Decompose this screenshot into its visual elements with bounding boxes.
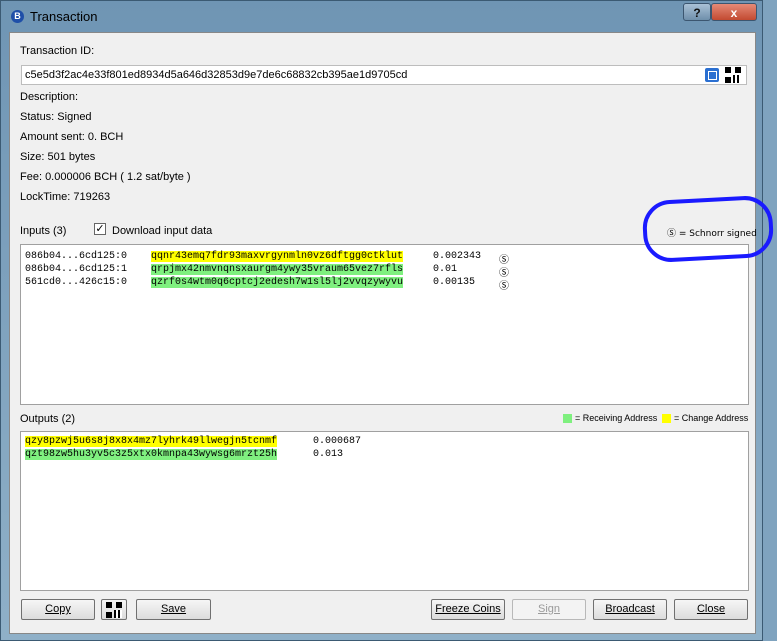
inputs-list[interactable]: 086b04...6cd125:0 qqnr43emq7fdr93maxvrgy… — [20, 244, 749, 405]
download-input-checkbox[interactable]: ✓ — [94, 223, 106, 235]
save-button[interactable]: Save — [136, 599, 211, 620]
sign-button-label: Sign — [537, 603, 561, 615]
change-legend-swatch — [662, 414, 671, 423]
schnorr-legend: Ⓢ = Schnorr signed — [667, 229, 757, 239]
window-close-button[interactable]: x — [711, 3, 757, 21]
outputs-label: Outputs (2) — [20, 413, 76, 425]
fee-label: Fee: 0.000006 BCH ( 1.2 sat/byte ) — [20, 171, 191, 183]
input-prevout: 086b04...6cd125:0 — [25, 251, 128, 262]
input-prevout: 086b04...6cd125:1 — [25, 264, 128, 275]
broadcast-button[interactable]: Broadcast — [593, 599, 667, 620]
input-address: qrpjmx42nmvnqnsxaurgm4ywy35vraum65vez7rf… — [151, 264, 404, 275]
receiving-legend-swatch — [563, 414, 572, 423]
window-title: Transaction — [30, 9, 98, 24]
freeze-coins-button[interactable]: Freeze Coins — [431, 599, 505, 620]
copy-button[interactable]: Copy — [21, 599, 95, 620]
copy-button-label: Copy — [45, 603, 71, 615]
input-address: qqnr43emq7fdr93maxvrgynmln0vz6dftgg0ctkl… — [151, 251, 404, 262]
input-row[interactable]: 086b04...6cd125:0 qqnr43emq7fdr93maxvrgy… — [25, 251, 745, 266]
output-amount: 0.013 — [313, 449, 344, 460]
locktime-label: LockTime: 719263 — [20, 191, 111, 203]
txid-field[interactable]: c5e5d3f2ac4e33f801ed8934d5a646d32853d9e7… — [21, 65, 747, 85]
change-legend-label: = Change Address — [674, 413, 749, 423]
receiving-legend-label: = Receiving Address — [575, 413, 658, 423]
input-row[interactable]: 086b04...6cd125:1 qrpjmx42nmvnqnsxaurgm4… — [25, 264, 745, 279]
input-row[interactable]: 561cd0...426c15:0 qzrf0s4wtm0q6cptcj2ede… — [25, 277, 745, 292]
size-label: Size: 501 bytes — [20, 151, 96, 163]
amount-label: Amount sent: 0. BCH — [20, 131, 124, 143]
dialog-body: Transaction ID: c5e5d3f2ac4e33f801ed8934… — [9, 32, 757, 634]
qr-code-icon — [106, 602, 122, 618]
outputs-list[interactable]: qzy8pzwj5u6s8j8x8x4mz7lyhrk49llwegjn5tcn… — [20, 431, 749, 591]
download-input-label[interactable]: Download input data — [112, 225, 212, 237]
output-address: qzt98zw5hu3yv5c3z5xtx0kmnpa43wywsg6mrzt2… — [25, 449, 278, 460]
input-address: qzrf0s4wtm0q6cptcj2edesh7w1sl5lj2vvqzywy… — [151, 277, 404, 288]
output-row[interactable]: qzy8pzwj5u6s8j8x8x4mz7lyhrk49llwegjn5tcn… — [25, 436, 745, 449]
close-button-label: Close — [696, 603, 726, 615]
qr-code-icon[interactable] — [725, 67, 741, 83]
inputs-label: Inputs (3) — [20, 225, 67, 237]
transaction-window: B Transaction ? x Transaction ID: c5e5d3… — [0, 0, 763, 641]
copy-icon[interactable] — [705, 68, 719, 82]
schnorr-signed-icon: Ⓢ — [499, 281, 509, 292]
txid-label: Transaction ID: — [20, 45, 95, 57]
qr-code-button[interactable] — [101, 599, 127, 620]
txid-value: c5e5d3f2ac4e33f801ed8934d5a646d32853d9e7… — [25, 69, 408, 81]
input-amount: 0.01 — [433, 264, 458, 275]
input-prevout: 561cd0...426c15:0 — [25, 277, 128, 288]
sign-button[interactable]: Sign — [512, 599, 586, 620]
freeze-coins-button-label: Freeze Coins — [435, 603, 501, 615]
title-bar[interactable]: B Transaction ? x — [1, 1, 762, 31]
help-button[interactable]: ? — [683, 3, 711, 21]
input-amount: 0.002343 — [433, 251, 482, 262]
save-button-label: Save — [160, 603, 187, 615]
broadcast-button-label: Broadcast — [605, 603, 655, 615]
bitcoin-cash-app-icon: B — [11, 10, 24, 23]
status-label: Status: Signed — [20, 111, 92, 123]
output-amount: 0.000687 — [313, 436, 362, 447]
description-label: Description: — [20, 91, 79, 103]
input-amount: 0.00135 — [433, 277, 476, 288]
output-address: qzy8pzwj5u6s8j8x8x4mz7lyhrk49llwegjn5tcn… — [25, 436, 278, 447]
output-row[interactable]: qzt98zw5hu3yv5c3z5xtx0kmnpa43wywsg6mrzt2… — [25, 449, 745, 462]
close-button[interactable]: Close — [674, 599, 748, 620]
